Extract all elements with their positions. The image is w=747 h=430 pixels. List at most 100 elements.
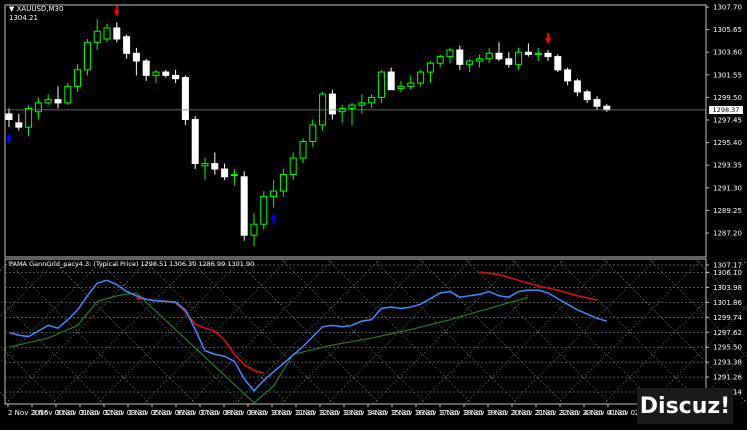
grid-diagonal <box>464 258 611 405</box>
indicator-blue-line <box>8 279 608 393</box>
candle-body <box>64 85 72 104</box>
gann-grid <box>0 258 747 405</box>
candle-body <box>309 124 317 142</box>
grid-diagonal <box>0 391 13 405</box>
candle-body <box>466 60 474 65</box>
candle-body <box>603 105 611 111</box>
candle-body <box>524 51 532 55</box>
candle-body <box>152 71 160 76</box>
candle-body <box>191 118 199 165</box>
indicator-tick-label: 1306.10 <box>713 269 742 277</box>
grid-diagonal <box>96 258 243 405</box>
sell-arrow-icon <box>545 32 551 44</box>
grid-diagonal <box>372 258 519 405</box>
candle-body <box>142 60 150 76</box>
candle-body <box>201 163 209 167</box>
candle-body <box>74 69 82 87</box>
candle-body <box>221 168 229 178</box>
price-tick-label: 1295.40 <box>713 139 742 147</box>
price-tick-label: 1293.35 <box>713 162 742 170</box>
candle-body <box>103 27 111 40</box>
indicator-panel[interactable] <box>0 258 747 405</box>
chart-title: ▼ XAUUSD,M30 <box>9 5 63 13</box>
grid-diagonal <box>50 258 197 405</box>
grid-diagonal <box>4 258 151 405</box>
candle-body <box>397 85 405 90</box>
candle-body <box>505 58 513 65</box>
candle-body <box>211 163 219 170</box>
grid-diagonal <box>0 258 13 272</box>
candle-body <box>348 104 356 109</box>
candle-body <box>270 190 278 198</box>
candle-body <box>54 99 62 104</box>
candle-body <box>456 49 464 65</box>
candle-body <box>554 56 562 71</box>
candle-body <box>377 71 385 98</box>
indicator-axis: 1307.171306.101303.981301.861299.741297.… <box>706 262 742 397</box>
grid-diagonal <box>372 258 519 405</box>
price-tick-label: 1305.65 <box>713 26 742 34</box>
grid-diagonal <box>510 258 657 405</box>
candle-body <box>15 122 23 128</box>
buy-arrow-icon <box>270 213 277 225</box>
grid-diagonal <box>96 258 243 405</box>
dropdown-triangle-icon[interactable]: ▼ <box>9 5 14 13</box>
candle-body <box>495 52 503 60</box>
candle-body <box>132 52 140 62</box>
indicator-red-segment <box>479 271 598 301</box>
price-tick-label: 1289.25 <box>713 207 742 215</box>
candle-body <box>172 74 180 80</box>
indicator-tick-label: 1297.62 <box>713 329 742 337</box>
candle-body <box>299 140 307 159</box>
candle-body <box>564 69 572 82</box>
current-price-tag: 1298.37 <box>709 105 743 114</box>
grid-diagonal <box>234 258 381 405</box>
candle-body <box>162 71 170 76</box>
candle-body <box>289 157 297 176</box>
price-tick-label: 1287.20 <box>713 230 742 238</box>
candle-body <box>93 30 101 43</box>
indicator-tick-label: 1301.86 <box>713 299 742 307</box>
candle-body <box>426 62 434 73</box>
time-axis: 2 Nov 20163 Nov 00:303 Nov 01:303 Nov 02… <box>7 404 651 417</box>
indicator-panel-border <box>4 258 707 405</box>
price-tick-label: 1307.70 <box>713 4 742 12</box>
grid-diagonal <box>0 258 105 364</box>
chart-stage: 1307.70 1305.65 1303.60 1301.55 1299.50 1297.… <box>0 4 747 417</box>
candle-body <box>417 71 425 84</box>
indicator-tick-label: 1299.74 <box>713 314 742 322</box>
candle-body <box>515 51 523 65</box>
candle-body <box>593 99 601 107</box>
grid-diagonal <box>0 258 59 318</box>
candle-body <box>368 96 376 104</box>
price-readout: 1304.21 <box>9 14 38 22</box>
candle-body <box>573 80 581 93</box>
grid-diagonal <box>4 258 151 405</box>
grid-diagonal <box>0 345 59 405</box>
candle-body <box>260 196 268 225</box>
candle-body <box>358 102 366 106</box>
watermark-logo: Discuz! <box>637 388 733 424</box>
symbol-label: XAUUSD,M30 <box>16 5 64 13</box>
candle-body <box>113 27 121 40</box>
candle-body <box>5 113 13 120</box>
grid-diagonal <box>50 258 197 405</box>
candle-body <box>485 52 493 60</box>
candle-body <box>534 52 542 55</box>
grid-diagonal <box>556 258 703 405</box>
candle-body <box>387 71 395 91</box>
main-chart-panel[interactable] <box>4 4 707 258</box>
grid-diagonal <box>510 258 657 405</box>
grid-diagonal <box>418 258 565 405</box>
price-tick-label: 1303.60 <box>713 49 742 57</box>
candle-body <box>123 36 131 54</box>
indicator-tick-label: 1293.38 <box>713 359 742 367</box>
price-tick-label: 1297.45 <box>713 117 742 125</box>
candlestick-series <box>5 19 611 247</box>
candle-body <box>44 99 52 104</box>
candle-body <box>25 107 33 128</box>
candle-body <box>446 49 454 58</box>
candle-body <box>407 82 415 87</box>
candle-body <box>328 93 336 115</box>
grid-diagonal <box>418 258 565 405</box>
